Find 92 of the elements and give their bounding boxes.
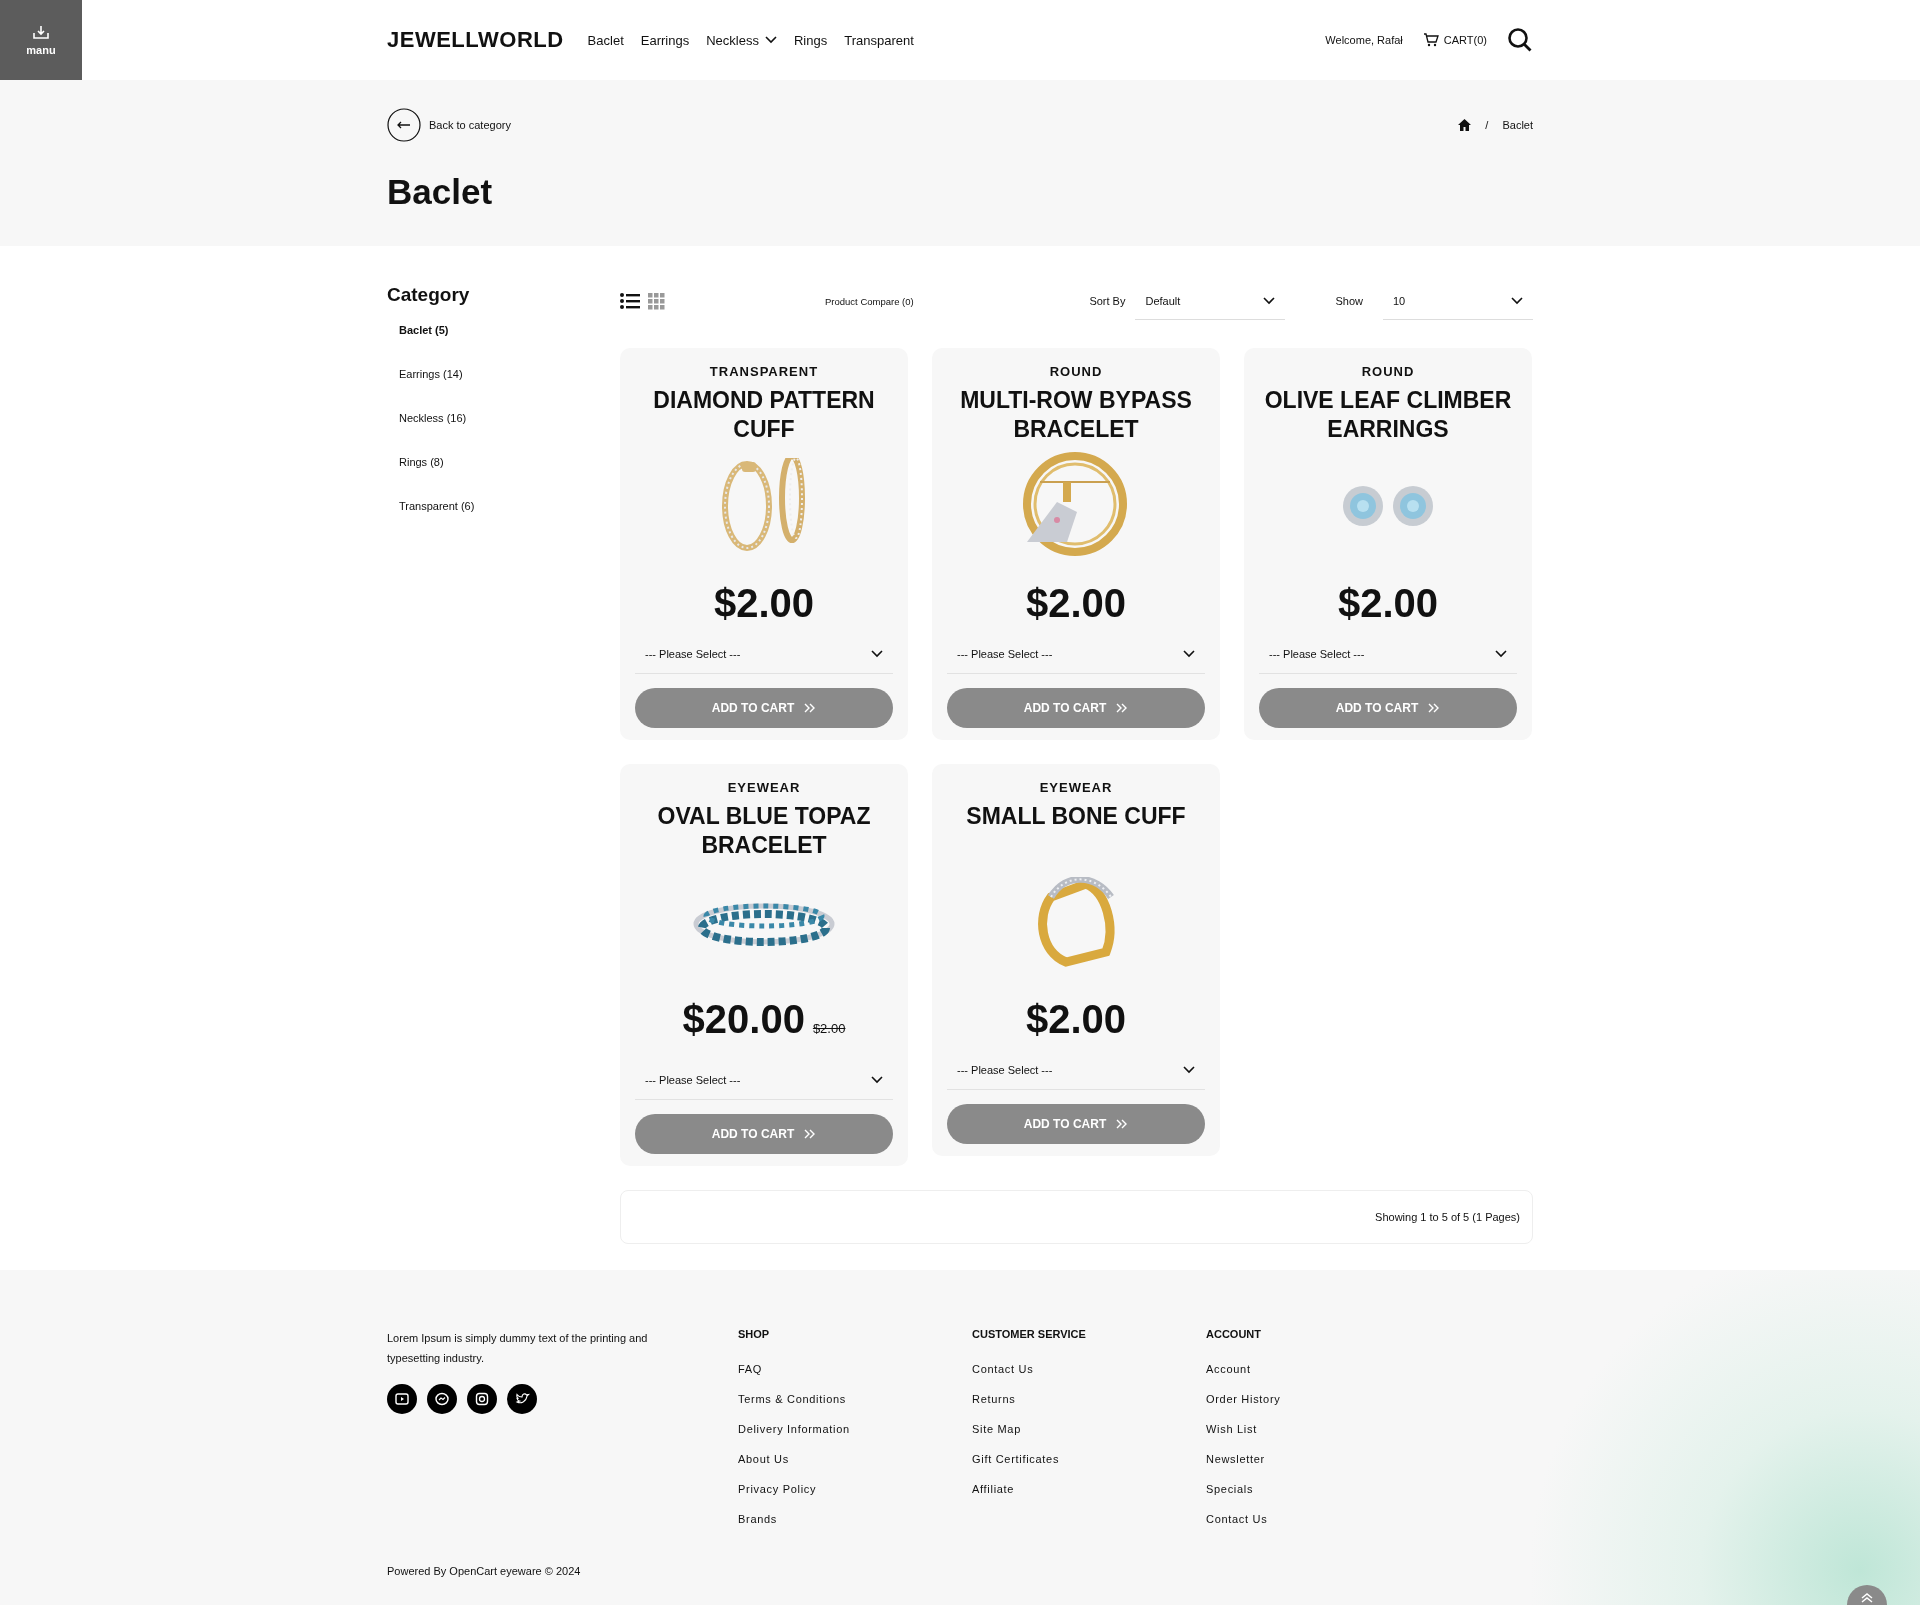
double-chevron-icon — [1116, 703, 1129, 713]
footer-heading: SHOP — [738, 1328, 771, 1340]
footer-link[interactable]: Specials — [1206, 1483, 1440, 1513]
chevron-down-icon — [1183, 1065, 1195, 1074]
footer-link[interactable]: About Us — [738, 1453, 972, 1483]
sidebar-title: Category — [387, 284, 471, 306]
footer-link[interactable]: Contact Us — [972, 1363, 1206, 1393]
chevron-down-icon — [1263, 296, 1276, 305]
footer-link[interactable]: Returns — [972, 1393, 1206, 1423]
product-price: $2.00 — [1025, 580, 1127, 626]
nav-link[interactable]: Earrings — [640, 32, 690, 48]
category-link[interactable]: Transparent (6) — [387, 500, 620, 544]
download-icon — [32, 24, 50, 40]
footer-link[interactable]: Brands — [738, 1513, 972, 1543]
category-link[interactable]: Baclet (5) — [387, 324, 620, 368]
product-name[interactable]: SMALL BONE CUFF — [962, 802, 1190, 860]
product-price: $20.00 — [682, 996, 805, 1042]
product-price: $2.00 — [1337, 580, 1439, 626]
option-select[interactable]: --- Please Select --- — [635, 1060, 893, 1100]
footer-heading: ACCOUNT — [1206, 1328, 1262, 1340]
product-price: $2.00 — [713, 580, 815, 626]
double-chevron-icon — [804, 703, 817, 713]
product-name[interactable]: MULTI-ROW BYPASS BRACELET — [947, 386, 1205, 444]
footer-link[interactable]: Contact Us — [1206, 1513, 1440, 1543]
show-select[interactable]: 10 — [1383, 282, 1533, 320]
double-chevron-icon — [1428, 703, 1441, 713]
old-price: $2.00 — [812, 1020, 846, 1038]
nav-link[interactable]: Transparent — [844, 32, 914, 48]
nav-link[interactable]: Rings — [793, 32, 828, 48]
copyright-text: Powered By OpenCart eyeware © 2024 — [387, 1565, 582, 1577]
search-icon[interactable] — [1507, 27, 1533, 53]
double-chevron-icon — [804, 1129, 817, 1139]
product-name[interactable]: OVAL BLUE TOPAZ BRACELET — [635, 802, 893, 860]
grid-view-icon[interactable] — [648, 292, 665, 310]
footer-link[interactable]: Privacy Policy — [738, 1483, 972, 1513]
chevron-down-icon — [871, 1075, 883, 1084]
option-select[interactable]: --- Please Select --- — [1259, 634, 1517, 674]
product-price: $2.00 — [1025, 996, 1127, 1042]
category-link[interactable]: Rings (8) — [387, 456, 620, 500]
footer-link[interactable]: Order History — [1206, 1393, 1440, 1423]
chevron-down-icon — [1495, 649, 1507, 658]
footer-link[interactable]: Affiliate — [972, 1483, 1206, 1513]
product-category: ROUND — [1049, 364, 1103, 380]
double-chevron-icon — [1116, 1119, 1129, 1129]
product-category: EYEWEAR — [727, 780, 801, 796]
footer-link[interactable]: Gift Certificates — [972, 1453, 1206, 1483]
footer-link[interactable]: Delivery Information — [738, 1423, 972, 1453]
chevron-down-icon — [1183, 649, 1195, 658]
sort-select[interactable]: Default — [1135, 282, 1286, 320]
menu-label: manu — [26, 44, 56, 56]
welcome-text: Welcome, Rafał — [1325, 34, 1403, 46]
footer-link[interactable]: Newsletter — [1206, 1453, 1440, 1483]
breadcrumb-separator: / — [1485, 119, 1489, 131]
double-chevron-up-icon — [1861, 1593, 1873, 1603]
nav-link[interactable]: Baclet — [587, 32, 624, 48]
product-category: TRANSPARENT — [709, 364, 819, 380]
home-icon[interactable] — [1458, 119, 1472, 131]
chevron-down-icon — [871, 649, 883, 658]
messenger-icon[interactable] — [427, 1384, 457, 1414]
pagination-summary: Showing 1 to 5 of 5 (1 Pages) — [1375, 1211, 1520, 1223]
footer-heading: CUSTOMER SERVICE — [972, 1328, 1087, 1340]
category-link[interactable]: Neckless (16) — [387, 412, 620, 456]
breadcrumb-link[interactable]: Baclet — [1502, 119, 1533, 131]
compare-link[interactable]: Product Compare (0) — [825, 295, 914, 307]
chevron-down-icon — [1511, 296, 1523, 305]
footer-about-text: Lorem Ipsum is simply dummy text of the printing and typesetting industry. — [387, 1331, 649, 1366]
youtube-icon[interactable] — [387, 1384, 417, 1414]
product-name[interactable]: OLIVE LEAF CLIMBER EARRINGS — [1259, 386, 1517, 444]
cart-icon — [1422, 33, 1439, 47]
footer-link[interactable]: Site Map — [972, 1423, 1206, 1453]
option-select[interactable]: --- Please Select --- — [635, 634, 893, 674]
cart-link[interactable]: CART(0) — [1422, 33, 1487, 47]
menu-button[interactable]: manu — [0, 0, 82, 80]
instagram-icon[interactable] — [467, 1384, 497, 1414]
nav-link[interactable]: Neckless — [706, 32, 777, 48]
footer-link[interactable]: FAQ — [738, 1363, 972, 1393]
footer-link[interactable]: Account — [1206, 1363, 1440, 1393]
footer-link[interactable]: Terms & Conditions — [738, 1393, 972, 1423]
sort-label: Sort By — [1089, 295, 1126, 307]
page-title: Baclet — [387, 172, 494, 212]
logo[interactable]: JEWELLWORLD — [387, 27, 564, 53]
product-category: ROUND — [1361, 364, 1415, 380]
product-name[interactable]: DIAMOND PATTERN CUFF — [635, 386, 893, 444]
category-link[interactable]: Earrings (14) — [387, 368, 620, 412]
option-select[interactable]: --- Please Select --- — [947, 634, 1205, 674]
footer-link[interactable]: Wish List — [1206, 1423, 1440, 1453]
back-link[interactable]: Back to category — [387, 108, 511, 142]
show-label: Show — [1335, 295, 1363, 307]
list-view-icon[interactable] — [620, 293, 640, 309]
twitter-icon[interactable] — [507, 1384, 537, 1414]
product-category: EYEWEAR — [1039, 780, 1113, 796]
option-select[interactable]: --- Please Select --- — [947, 1050, 1205, 1090]
